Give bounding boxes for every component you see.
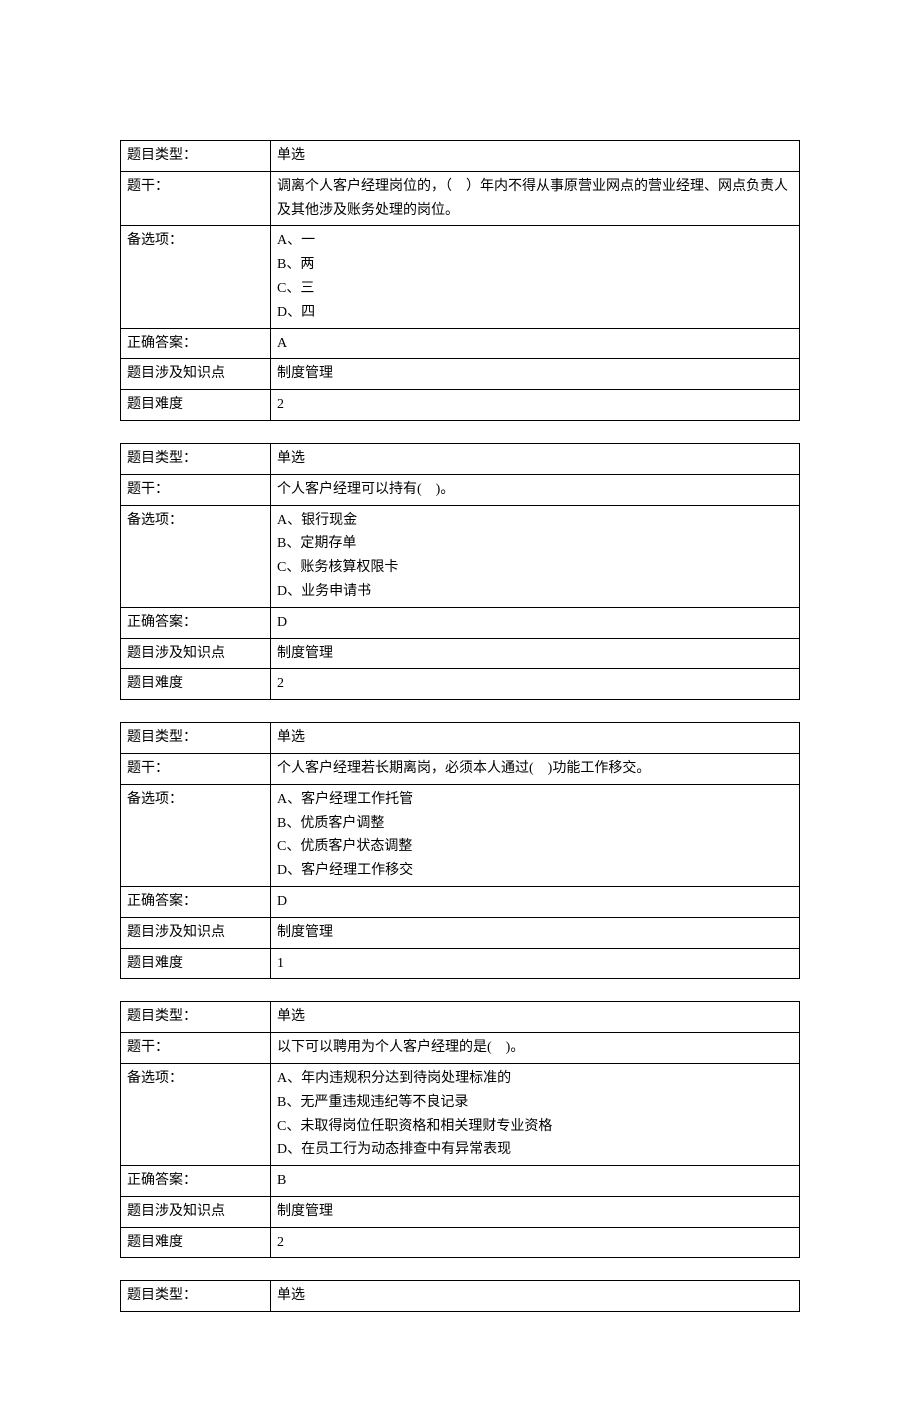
value-options: A、年内违规积分达到待岗处理标准的 B、无严重违规违纪等不良记录 C、未取得岗位… bbox=[271, 1063, 800, 1165]
label-type: 题目类型： bbox=[121, 443, 271, 474]
value-stem: 调离个人客户经理岗位的，（ ）年内不得从事原营业网点的营业经理、网点负责人及其他… bbox=[271, 171, 800, 226]
value-point: 制度管理 bbox=[271, 917, 800, 948]
value-type: 单选 bbox=[271, 723, 800, 754]
row-type: 题目类型： 单选 bbox=[121, 1281, 800, 1312]
option-d: D、四 bbox=[277, 301, 793, 325]
row-point: 题目涉及知识点 制度管理 bbox=[121, 1196, 800, 1227]
label-difficulty: 题目难度 bbox=[121, 1227, 271, 1258]
label-type: 题目类型： bbox=[121, 141, 271, 172]
value-difficulty: 2 bbox=[271, 390, 800, 421]
option-c: C、账务核算权限卡 bbox=[277, 556, 793, 580]
option-d: D、在员工行为动态排查中有异常表现 bbox=[277, 1138, 793, 1162]
row-answer: 正确答案： D bbox=[121, 607, 800, 638]
row-difficulty: 题目难度 2 bbox=[121, 390, 800, 421]
option-b: B、两 bbox=[277, 253, 793, 277]
row-options: 备选项： A、银行现金 B、定期存单 C、账务核算权限卡 D、业务申请书 bbox=[121, 505, 800, 607]
option-d: D、业务申请书 bbox=[277, 580, 793, 604]
option-a: A、年内违规积分达到待岗处理标准的 bbox=[277, 1067, 793, 1091]
label-point: 题目涉及知识点 bbox=[121, 917, 271, 948]
label-options: 备选项： bbox=[121, 505, 271, 607]
row-type: 题目类型： 单选 bbox=[121, 141, 800, 172]
value-point: 制度管理 bbox=[271, 359, 800, 390]
value-type: 单选 bbox=[271, 1002, 800, 1033]
value-stem: 个人客户经理可以持有( )。 bbox=[271, 474, 800, 505]
row-options: 备选项： A、年内违规积分达到待岗处理标准的 B、无严重违规违纪等不良记录 C、… bbox=[121, 1063, 800, 1165]
row-type: 题目类型： 单选 bbox=[121, 443, 800, 474]
row-answer: 正确答案： A bbox=[121, 328, 800, 359]
label-stem: 题干： bbox=[121, 753, 271, 784]
row-point: 题目涉及知识点 制度管理 bbox=[121, 359, 800, 390]
row-stem: 题干： 以下可以聘用为个人客户经理的是( )。 bbox=[121, 1033, 800, 1064]
option-b: B、定期存单 bbox=[277, 532, 793, 556]
label-options: 备选项： bbox=[121, 226, 271, 328]
value-type: 单选 bbox=[271, 443, 800, 474]
row-difficulty: 题目难度 1 bbox=[121, 948, 800, 979]
row-type: 题目类型： 单选 bbox=[121, 723, 800, 754]
value-stem: 以下可以聘用为个人客户经理的是( )。 bbox=[271, 1033, 800, 1064]
value-difficulty: 1 bbox=[271, 948, 800, 979]
row-difficulty: 题目难度 2 bbox=[121, 1227, 800, 1258]
question-table: 题目类型： 单选 题干： 个人客户经理若长期离岗，必须本人通过( )功能工作移交… bbox=[120, 722, 800, 979]
label-point: 题目涉及知识点 bbox=[121, 638, 271, 669]
row-stem: 题干： 个人客户经理若长期离岗，必须本人通过( )功能工作移交。 bbox=[121, 753, 800, 784]
question-table: 题目类型： 单选 题干： 个人客户经理可以持有( )。 备选项： A、银行现金 … bbox=[120, 443, 800, 700]
option-d: D、客户经理工作移交 bbox=[277, 859, 793, 883]
question-table: 题目类型： 单选 题干： 以下可以聘用为个人客户经理的是( )。 备选项： A、… bbox=[120, 1001, 800, 1258]
row-answer: 正确答案： B bbox=[121, 1166, 800, 1197]
row-point: 题目涉及知识点 制度管理 bbox=[121, 917, 800, 948]
label-stem: 题干： bbox=[121, 171, 271, 226]
option-a: A、客户经理工作托管 bbox=[277, 788, 793, 812]
value-difficulty: 2 bbox=[271, 669, 800, 700]
label-options: 备选项： bbox=[121, 784, 271, 886]
value-answer: B bbox=[271, 1166, 800, 1197]
option-c: C、未取得岗位任职资格和相关理财专业资格 bbox=[277, 1115, 793, 1139]
option-a: A、银行现金 bbox=[277, 509, 793, 533]
label-answer: 正确答案： bbox=[121, 886, 271, 917]
row-difficulty: 题目难度 2 bbox=[121, 669, 800, 700]
label-point: 题目涉及知识点 bbox=[121, 1196, 271, 1227]
label-answer: 正确答案： bbox=[121, 1166, 271, 1197]
document-page: 题目类型： 单选 题干： 调离个人客户经理岗位的，（ ）年内不得从事原营业网点的… bbox=[0, 0, 920, 1414]
label-difficulty: 题目难度 bbox=[121, 669, 271, 700]
label-point: 题目涉及知识点 bbox=[121, 359, 271, 390]
label-answer: 正确答案： bbox=[121, 607, 271, 638]
value-type: 单选 bbox=[271, 1281, 800, 1312]
row-options: 备选项： A、客户经理工作托管 B、优质客户调整 C、优质客户状态调整 D、客户… bbox=[121, 784, 800, 886]
label-stem: 题干： bbox=[121, 1033, 271, 1064]
row-type: 题目类型： 单选 bbox=[121, 1002, 800, 1033]
value-point: 制度管理 bbox=[271, 1196, 800, 1227]
option-a: A、一 bbox=[277, 229, 793, 253]
option-c: C、三 bbox=[277, 277, 793, 301]
label-answer: 正确答案： bbox=[121, 328, 271, 359]
question-table-partial: 题目类型： 单选 bbox=[120, 1280, 800, 1312]
label-type: 题目类型： bbox=[121, 1002, 271, 1033]
label-difficulty: 题目难度 bbox=[121, 948, 271, 979]
value-type: 单选 bbox=[271, 141, 800, 172]
value-difficulty: 2 bbox=[271, 1227, 800, 1258]
option-b: B、优质客户调整 bbox=[277, 812, 793, 836]
value-answer: A bbox=[271, 328, 800, 359]
value-stem: 个人客户经理若长期离岗，必须本人通过( )功能工作移交。 bbox=[271, 753, 800, 784]
value-answer: D bbox=[271, 886, 800, 917]
option-c: C、优质客户状态调整 bbox=[277, 835, 793, 859]
row-point: 题目涉及知识点 制度管理 bbox=[121, 638, 800, 669]
value-options: A、客户经理工作托管 B、优质客户调整 C、优质客户状态调整 D、客户经理工作移… bbox=[271, 784, 800, 886]
question-table: 题目类型： 单选 题干： 调离个人客户经理岗位的，（ ）年内不得从事原营业网点的… bbox=[120, 140, 800, 421]
label-difficulty: 题目难度 bbox=[121, 390, 271, 421]
row-options: 备选项： A、一 B、两 C、三 D、四 bbox=[121, 226, 800, 328]
value-answer: D bbox=[271, 607, 800, 638]
value-options: A、银行现金 B、定期存单 C、账务核算权限卡 D、业务申请书 bbox=[271, 505, 800, 607]
label-options: 备选项： bbox=[121, 1063, 271, 1165]
label-stem: 题干： bbox=[121, 474, 271, 505]
row-stem: 题干： 调离个人客户经理岗位的，（ ）年内不得从事原营业网点的营业经理、网点负责… bbox=[121, 171, 800, 226]
option-b: B、无严重违规违纪等不良记录 bbox=[277, 1091, 793, 1115]
row-answer: 正确答案： D bbox=[121, 886, 800, 917]
label-type: 题目类型： bbox=[121, 1281, 271, 1312]
value-options: A、一 B、两 C、三 D、四 bbox=[271, 226, 800, 328]
row-stem: 题干： 个人客户经理可以持有( )。 bbox=[121, 474, 800, 505]
value-point: 制度管理 bbox=[271, 638, 800, 669]
label-type: 题目类型： bbox=[121, 723, 271, 754]
